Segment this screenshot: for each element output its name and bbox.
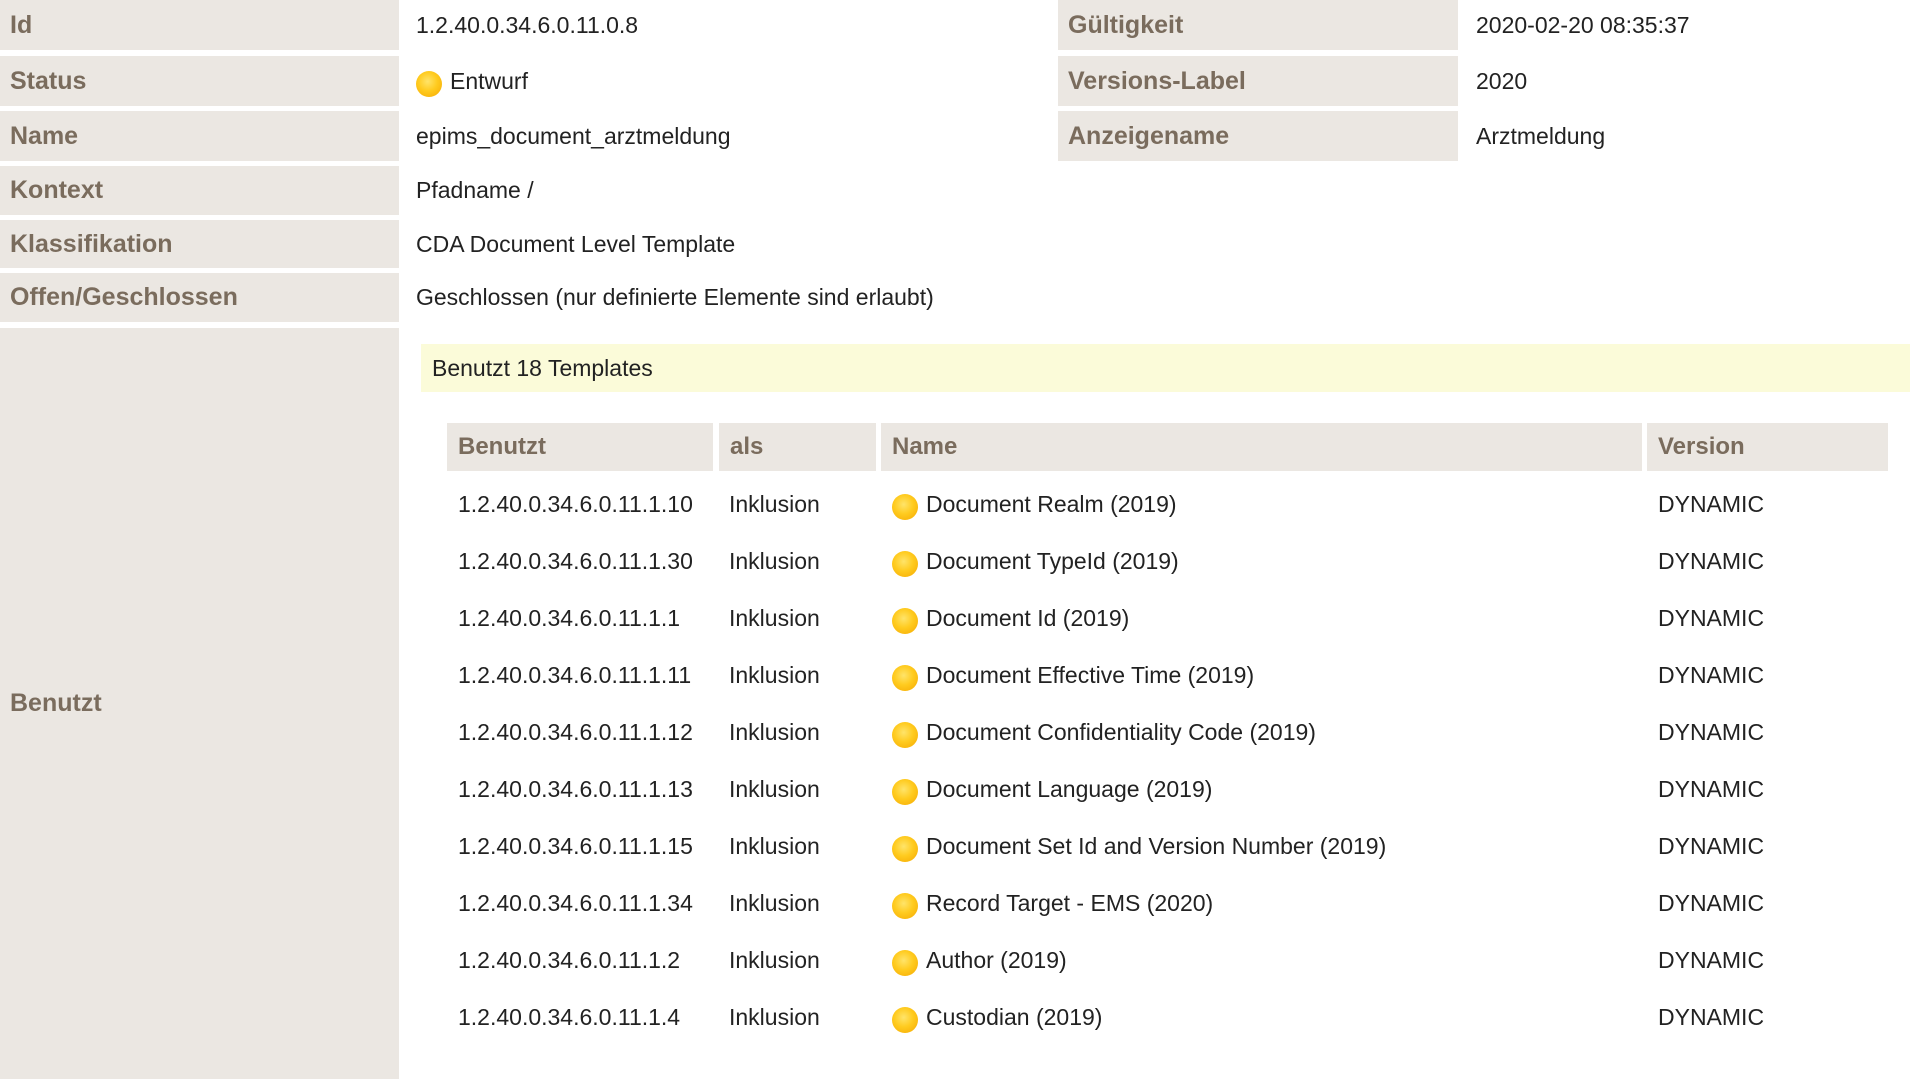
status-draft-icon [892, 779, 918, 805]
row-template-name[interactable]: Custodian (2019) [892, 993, 1102, 1041]
row-inclusion-type: Inklusion [729, 604, 820, 631]
row-template-name-text[interactable]: Document Realm (2019) [926, 491, 1177, 518]
status-draft-icon [416, 71, 442, 97]
open-closed-label: Offen/Geschlossen [0, 273, 399, 322]
row-template-name[interactable]: Document Id (2019) [892, 594, 1129, 642]
row-template-id: 1.2.40.0.34.6.0.11.1.30 [458, 547, 693, 574]
column-header-name: Name [881, 423, 1642, 471]
row-template-name[interactable]: Document Confidentiality Code (2019) [892, 708, 1316, 756]
row-inclusion-type: Inklusion [729, 775, 820, 802]
table-row: 1.2.40.0.34.6.0.11.1.1 Inklusion Documen… [447, 594, 1888, 642]
table-row: 1.2.40.0.34.6.0.11.1.12 Inklusion Docume… [447, 708, 1888, 756]
row-template-id: 1.2.40.0.34.6.0.11.1.10 [458, 490, 693, 517]
uses-label: Benutzt [0, 328, 399, 1079]
status-label: Status [0, 56, 399, 106]
table-row: 1.2.40.0.34.6.0.11.1.2 Inklusion Author … [447, 936, 1888, 984]
row-template-name[interactable]: Record Target - EMS (2020) [892, 879, 1213, 927]
display-name-label: Anzeigename [1058, 111, 1458, 161]
row-template-name-text[interactable]: Document Language (2019) [926, 776, 1212, 803]
row-version: DYNAMIC [1658, 490, 1765, 517]
row-template-name-text[interactable]: Document TypeId (2019) [926, 548, 1179, 575]
status-draft-icon [892, 836, 918, 862]
row-template-name-text[interactable]: Custodian (2019) [926, 1004, 1102, 1031]
row-template-id: 1.2.40.0.34.6.0.11.1.11 [458, 661, 692, 688]
row-template-name[interactable]: Document Language (2019) [892, 765, 1212, 813]
row-version: DYNAMIC [1658, 832, 1765, 859]
column-header-used: Benutzt [447, 423, 713, 471]
status-draft-icon [892, 722, 918, 748]
uses-banner: Benutzt 18 Templates [421, 344, 1910, 392]
row-template-id: 1.2.40.0.34.6.0.11.1.4 [458, 1003, 681, 1030]
row-template-name[interactable]: Author (2019) [892, 936, 1067, 984]
validity-value: 2020-02-20 08:35:37 [1476, 11, 1690, 38]
row-template-name-text[interactable]: Document Id (2019) [926, 605, 1129, 632]
status-draft-icon [892, 494, 918, 520]
row-version: DYNAMIC [1658, 946, 1765, 973]
row-inclusion-type: Inklusion [729, 547, 820, 574]
row-inclusion-type: Inklusion [729, 661, 820, 688]
status-draft-icon [892, 1007, 918, 1033]
row-version: DYNAMIC [1658, 775, 1765, 802]
row-template-id: 1.2.40.0.34.6.0.11.1.34 [458, 889, 693, 916]
status-draft-icon [892, 665, 918, 691]
context-value: Pfadname / [416, 177, 534, 203]
row-version: DYNAMIC [1658, 889, 1765, 916]
row-template-name-text[interactable]: Author (2019) [926, 947, 1067, 974]
row-template-id: 1.2.40.0.34.6.0.11.1.2 [458, 946, 681, 973]
row-inclusion-type: Inklusion [729, 889, 820, 916]
status-draft-icon [892, 551, 918, 577]
status-draft-icon [892, 608, 918, 634]
status-text: Entwurf [450, 67, 528, 94]
row-inclusion-type: Inklusion [729, 718, 820, 745]
column-header-version: Version [1647, 423, 1888, 471]
row-template-name[interactable]: Document Effective Time (2019) [892, 651, 1254, 699]
display-name-value: Arztmeldung [1476, 122, 1606, 149]
version-label-value: 2020 [1476, 67, 1528, 94]
table-row: 1.2.40.0.34.6.0.11.1.11 Inklusion Docume… [447, 651, 1888, 699]
status-value: Entwurf [416, 56, 528, 106]
status-draft-icon [892, 893, 918, 919]
row-inclusion-type: Inklusion [729, 946, 820, 973]
row-template-id: 1.2.40.0.34.6.0.11.1.13 [458, 775, 693, 802]
row-template-name-text[interactable]: Record Target - EMS (2020) [926, 890, 1213, 917]
row-template-name-text[interactable]: Document Effective Time (2019) [926, 662, 1254, 689]
table-row: 1.2.40.0.34.6.0.11.1.13 Inklusion Docume… [447, 765, 1888, 813]
table-row: 1.2.40.0.34.6.0.11.1.34 Inklusion Record… [447, 879, 1888, 927]
classification-label: Klassifikation [0, 220, 399, 268]
context-label: Kontext [0, 166, 399, 215]
validity-label: Gültigkeit [1058, 0, 1458, 50]
row-template-name-text[interactable]: Document Confidentiality Code (2019) [926, 719, 1316, 746]
status-draft-icon [892, 950, 918, 976]
table-row: 1.2.40.0.34.6.0.11.1.15 Inklusion Docume… [447, 822, 1888, 870]
id-label: Id [0, 0, 399, 50]
name-value: epims_document_arztmeldung [416, 122, 731, 149]
id-value: 1.2.40.0.34.6.0.11.0.8 [416, 11, 639, 38]
row-template-name-text[interactable]: Document Set Id and Version Number (2019… [926, 833, 1386, 860]
table-row: 1.2.40.0.34.6.0.11.1.10 Inklusion Docume… [447, 480, 1888, 528]
row-template-id: 1.2.40.0.34.6.0.11.1.1 [458, 604, 681, 631]
row-template-name[interactable]: Document Set Id and Version Number (2019… [892, 822, 1386, 870]
row-version: DYNAMIC [1658, 547, 1765, 574]
row-inclusion-type: Inklusion [729, 1003, 820, 1030]
row-inclusion-type: Inklusion [729, 490, 820, 517]
version-label-label: Versions-Label [1058, 56, 1458, 106]
table-row: 1.2.40.0.34.6.0.11.1.30 Inklusion Docume… [447, 537, 1888, 585]
row-version: DYNAMIC [1658, 604, 1765, 631]
classification-value: CDA Document Level Template [416, 230, 736, 257]
open-closed-value: Geschlossen (nur definierte Elemente sin… [416, 284, 934, 310]
row-template-name[interactable]: Document TypeId (2019) [892, 537, 1179, 585]
row-inclusion-type: Inklusion [729, 832, 820, 859]
column-header-as: als [719, 423, 876, 471]
name-label: Name [0, 111, 399, 161]
row-version: DYNAMIC [1658, 661, 1765, 688]
row-template-id: 1.2.40.0.34.6.0.11.1.15 [458, 832, 693, 859]
table-row: 1.2.40.0.34.6.0.11.1.4 Inklusion Custodi… [447, 993, 1888, 1041]
row-version: DYNAMIC [1658, 1003, 1765, 1030]
row-version: DYNAMIC [1658, 718, 1765, 745]
row-template-name[interactable]: Document Realm (2019) [892, 480, 1177, 528]
row-template-id: 1.2.40.0.34.6.0.11.1.12 [458, 718, 693, 745]
